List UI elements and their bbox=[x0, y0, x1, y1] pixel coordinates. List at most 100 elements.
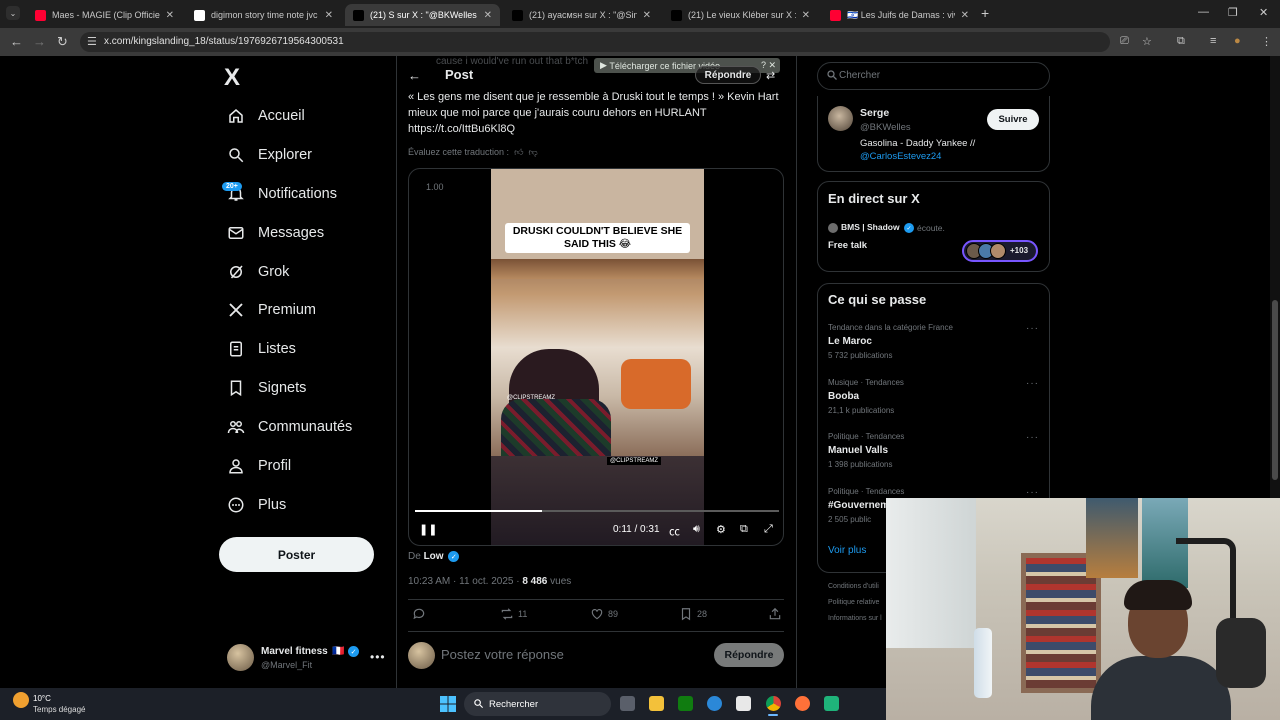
share-action[interactable] bbox=[768, 607, 782, 621]
weather-sun-icon[interactable] bbox=[13, 692, 29, 708]
settings-gear-icon[interactable]: ⚙ bbox=[716, 523, 726, 536]
browser-tab[interactable]: (21) ayacмsн sur X : "@SindyO"✕ bbox=[504, 4, 659, 26]
reply-input[interactable]: Postez votre réponse bbox=[441, 647, 564, 662]
nav-item-messages[interactable]: Messages bbox=[226, 219, 324, 247]
reply-action[interactable] bbox=[412, 607, 426, 621]
live-topic[interactable]: Free talk bbox=[828, 240, 867, 251]
thumbs-up-icon[interactable]: 👍︎ bbox=[512, 147, 523, 157]
store-icon[interactable] bbox=[736, 696, 751, 711]
trend-name[interactable]: Booba bbox=[828, 391, 859, 402]
tab-close-icon[interactable]: ✕ bbox=[796, 10, 810, 21]
profile-avatar-icon[interactable]: ● bbox=[1234, 35, 1241, 47]
trend-more-icon[interactable]: ··· bbox=[1026, 323, 1039, 334]
live-host[interactable]: BMS | Shadow bbox=[841, 222, 900, 232]
extensions-icon[interactable]: ⧉ bbox=[1177, 35, 1185, 48]
site-info-icon[interactable]: ☰ bbox=[87, 35, 97, 48]
scrollbar-thumb[interactable] bbox=[1272, 300, 1278, 480]
app-icon[interactable] bbox=[824, 696, 839, 711]
tweet-timestamp[interactable]: 10:23 AM · 11 oct. 2025 · bbox=[408, 576, 522, 587]
video-player[interactable]: 1.00 DRUSKI COULDN'T BELIEVE SHE SAID TH… bbox=[408, 168, 784, 546]
volume-icon[interactable]: 🔊︎ bbox=[693, 523, 700, 536]
xbox-icon[interactable] bbox=[678, 696, 693, 711]
nav-item-explore[interactable]: Explorer bbox=[226, 141, 312, 169]
trend-more-icon[interactable]: ··· bbox=[1026, 432, 1039, 443]
weather-temperature[interactable]: 10°C bbox=[33, 694, 51, 703]
close-window-icon[interactable]: ✕ bbox=[1259, 6, 1268, 19]
nav-item-notifications[interactable]: Notifications bbox=[226, 180, 337, 208]
reading-list-icon[interactable]: ≡ bbox=[1210, 35, 1216, 47]
forward-arrow-icon[interactable]: → bbox=[33, 34, 46, 49]
x-logo[interactable]: X bbox=[224, 64, 240, 92]
trends-show-more-link[interactable]: Voir plus bbox=[828, 545, 866, 556]
install-icon[interactable]: ⎚ bbox=[1120, 35, 1129, 48]
follow-button[interactable]: Suivre bbox=[987, 109, 1039, 130]
header-settings-icon[interactable]: ⇄ bbox=[766, 69, 775, 82]
user-avatar[interactable] bbox=[828, 106, 853, 131]
trend-name[interactable]: Le Maroc bbox=[828, 336, 872, 347]
fullscreen-icon[interactable]: ⤢ bbox=[764, 523, 773, 536]
footer-link[interactable]: Politique relative bbox=[828, 599, 879, 606]
tab-close-icon[interactable]: ✕ bbox=[160, 10, 174, 21]
retweet-action[interactable]: 11 bbox=[500, 607, 527, 621]
browser-tab[interactable]: digimon story time note jvc - R✕ bbox=[186, 4, 341, 26]
trend-name[interactable]: Manuel Valls bbox=[828, 445, 888, 456]
tab-close-icon[interactable]: ✕ bbox=[637, 10, 651, 21]
nav-item-communities[interactable]: Communautés bbox=[226, 413, 352, 441]
nav-item-profile[interactable]: Profil bbox=[226, 452, 291, 480]
chrome-icon[interactable] bbox=[766, 696, 781, 711]
nav-item-grok[interactable]: Grok bbox=[226, 258, 289, 286]
nav-item-premium[interactable]: Premium bbox=[226, 296, 316, 324]
captions-icon[interactable]: ㏄ bbox=[669, 523, 680, 539]
restore-icon[interactable]: ❐ bbox=[1228, 6, 1238, 19]
video-progress-bar[interactable] bbox=[415, 510, 779, 512]
nav-item-lists[interactable]: Listes bbox=[226, 335, 296, 363]
source-account[interactable]: Low bbox=[424, 551, 444, 562]
trend-name[interactable]: #Gouvernem bbox=[828, 500, 889, 511]
user-bio-link[interactable]: @CarlosEstevez24 bbox=[860, 151, 941, 162]
bookmark-action[interactable]: 28 bbox=[679, 607, 707, 621]
user-name[interactable]: Serge bbox=[860, 107, 889, 119]
bookmark-star-icon[interactable]: ☆ bbox=[1142, 35, 1152, 48]
file-explorer-icon[interactable] bbox=[649, 696, 664, 711]
trend-more-icon[interactable]: ··· bbox=[1026, 487, 1039, 498]
back-arrow-icon[interactable]: ← bbox=[408, 68, 421, 83]
account-name[interactable]: Marvel fitness bbox=[261, 646, 328, 657]
like-action[interactable]: 89 bbox=[590, 607, 618, 621]
post-button[interactable]: Poster bbox=[219, 537, 374, 572]
trend-more-icon[interactable]: ··· bbox=[1026, 378, 1039, 389]
tab-close-icon[interactable]: ✕ bbox=[319, 10, 333, 21]
nav-item-more[interactable]: Plus bbox=[226, 491, 286, 519]
tab-close-icon[interactable]: ✕ bbox=[478, 10, 492, 21]
edge-icon[interactable] bbox=[707, 696, 722, 711]
reply-submit-button[interactable]: Répondre bbox=[714, 643, 784, 667]
url-text[interactable]: x.com/kingslanding_18/status/19769267195… bbox=[104, 36, 344, 47]
account-more-icon[interactable]: ••• bbox=[370, 650, 386, 664]
nav-item-bookmarks[interactable]: Signets bbox=[226, 374, 306, 402]
nav-item-home[interactable]: Accueil bbox=[226, 102, 305, 130]
firefox-icon[interactable] bbox=[795, 696, 810, 711]
back-arrow-icon[interactable]: ← bbox=[10, 34, 23, 49]
tab-close-icon[interactable]: ✕ bbox=[955, 10, 969, 21]
reload-icon[interactable]: ↻ bbox=[57, 34, 68, 50]
weather-description[interactable]: Temps dégagé bbox=[33, 705, 85, 714]
pause-icon[interactable]: ❚❚ bbox=[419, 523, 437, 536]
browser-tab[interactable]: (21) S sur X : "@BKWelles " ✕ bbox=[345, 4, 500, 26]
browser-tab[interactable]: (21) Le vieux Kléber sur X : "Les✕ bbox=[663, 4, 818, 26]
footer-link[interactable]: Conditions d'utili bbox=[828, 583, 879, 590]
reply-header-button[interactable]: Répondre bbox=[695, 66, 761, 84]
search-placeholder[interactable]: Chercher bbox=[839, 70, 880, 81]
windows-start-icon[interactable] bbox=[440, 696, 456, 712]
task-view-icon[interactable] bbox=[620, 696, 635, 711]
pip-icon[interactable]: ⧉ bbox=[740, 523, 748, 536]
browser-menu-icon[interactable]: ⋮ bbox=[1261, 35, 1272, 48]
footer-link[interactable]: Informations sur l bbox=[828, 615, 882, 622]
browser-tab[interactable]: 🇮🇱 Les Juifs de Damas : vivre e✕ bbox=[822, 4, 977, 26]
browser-tab[interactable]: Maes - MAGIE (Clip Officiel) - Y✕ bbox=[27, 4, 182, 26]
playback-speed[interactable]: 1.00 bbox=[426, 182, 444, 192]
new-tab-plus-icon[interactable]: + bbox=[981, 5, 989, 21]
thumbs-down-icon[interactable]: 👎︎ bbox=[526, 147, 538, 157]
minimize-icon[interactable]: — bbox=[1198, 6, 1209, 18]
account-avatar[interactable] bbox=[227, 644, 254, 671]
taskbar-search-label[interactable]: Rechercher bbox=[489, 699, 538, 710]
tab-search-chevron-icon[interactable]: ⌄ bbox=[6, 6, 20, 20]
